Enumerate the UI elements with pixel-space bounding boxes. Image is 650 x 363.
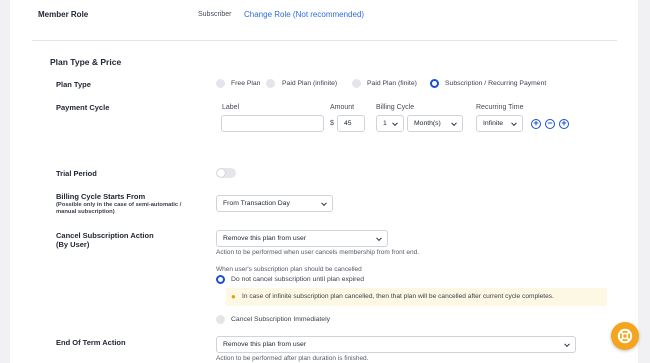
radio-label-paid-finite: Paid Plan (finite) bbox=[367, 80, 417, 87]
radio-subscription[interactable] bbox=[430, 79, 439, 88]
remove-cycle-button[interactable]: − bbox=[545, 119, 555, 129]
notice-text: In case of infinite subscription plan ca… bbox=[242, 293, 554, 300]
billing-start-label: Billing Cycle Starts From bbox=[56, 192, 146, 201]
cancel-action-value: Remove this plan from user bbox=[223, 235, 307, 242]
cycle-count-value: 1 bbox=[383, 120, 387, 127]
section-divider bbox=[32, 40, 617, 41]
change-role-link[interactable]: Change Role (Not recommended) bbox=[244, 10, 364, 19]
chevron-down-icon bbox=[511, 119, 517, 126]
payment-cycle-label: Payment Cycle bbox=[56, 103, 110, 112]
end-term-value: Remove this plan from user bbox=[223, 341, 307, 348]
billing-start-value: From Transaction Day bbox=[223, 200, 290, 207]
col-header-recurring-time: Recurring Time bbox=[476, 104, 524, 111]
chevron-down-icon bbox=[564, 340, 570, 347]
radio-label-subscription: Subscription / Recurring Payment bbox=[445, 80, 547, 87]
cycle-unit-select[interactable]: Month(s) bbox=[407, 115, 463, 132]
chevron-down-icon bbox=[321, 199, 327, 206]
radio-free-plan[interactable] bbox=[216, 79, 225, 88]
chevron-down-icon bbox=[451, 119, 457, 126]
cancel-action-sublabel: (By User) bbox=[56, 240, 90, 249]
cancel-action-label: Cancel Subscription Action bbox=[56, 231, 154, 240]
radio-label-free-plan: Free Plan bbox=[231, 80, 261, 87]
radio-paid-infinite[interactable] bbox=[266, 79, 275, 88]
end-term-label: End Of Term Action bbox=[56, 338, 126, 347]
section-title: Plan Type & Price bbox=[50, 57, 122, 67]
col-header-label: Label bbox=[222, 104, 240, 111]
radio-label-do-not-cancel: Do not cancel subscription until plan ex… bbox=[231, 276, 364, 283]
amount-input[interactable]: 45 bbox=[337, 115, 365, 132]
cancel-action-select[interactable]: Remove this plan from user bbox=[216, 230, 388, 247]
billing-start-note-2: manual subscription) bbox=[56, 209, 115, 215]
radio-label-cancel-immediately: Cancel Subscription Immediately bbox=[231, 316, 330, 323]
trial-period-toggle[interactable] bbox=[216, 168, 236, 178]
member-role-value: Subscriber bbox=[198, 11, 232, 18]
billing-start-note-1: (Possible only in the case of semi-autom… bbox=[56, 202, 182, 208]
settings-card: Member Role Subscriber Change Role (Not … bbox=[10, 0, 638, 363]
chevron-down-icon bbox=[392, 119, 398, 126]
lifebuoy-icon bbox=[617, 328, 633, 344]
radio-label-paid-infinite: Paid Plan (infinite) bbox=[282, 80, 338, 87]
cycle-label-input[interactable] bbox=[221, 115, 324, 132]
toggle-knob bbox=[217, 169, 225, 177]
cancel-when-label: When user's subscription plan should be … bbox=[216, 266, 362, 273]
end-term-help: Action to be performed after plan durati… bbox=[216, 355, 369, 362]
radio-cancel-immediately[interactable] bbox=[216, 315, 225, 324]
currency-symbol: $ bbox=[330, 120, 334, 127]
col-header-amount: Amount bbox=[330, 104, 355, 111]
recurring-time-select[interactable]: Infinite bbox=[476, 115, 523, 132]
trial-period-label: Trial Period bbox=[56, 169, 97, 178]
help-chat-button[interactable] bbox=[611, 322, 639, 350]
cancel-action-help: Action to be performed when user cancels… bbox=[216, 249, 420, 256]
member-role-label: Member Role bbox=[38, 10, 89, 19]
col-header-billing-cycle: Billing Cycle bbox=[376, 104, 415, 111]
add-cycle-button[interactable]: + bbox=[531, 119, 541, 129]
billing-start-select[interactable]: From Transaction Day bbox=[216, 195, 333, 212]
lightbulb-icon: ● bbox=[231, 292, 236, 301]
recurring-time-value: Infinite bbox=[483, 120, 504, 127]
add-cycle-button-2[interactable]: + bbox=[559, 119, 569, 129]
chevron-down-icon bbox=[376, 234, 382, 241]
info-notice: ● In case of infinite subscription plan … bbox=[226, 288, 607, 306]
radio-do-not-cancel[interactable] bbox=[216, 275, 225, 284]
cycle-count-select[interactable]: 1 bbox=[376, 115, 404, 132]
radio-paid-finite[interactable] bbox=[352, 79, 361, 88]
end-term-select[interactable]: Remove this plan from user bbox=[216, 336, 576, 353]
plan-type-label: Plan Type bbox=[56, 80, 91, 89]
cycle-unit-value: Month(s) bbox=[414, 120, 441, 127]
